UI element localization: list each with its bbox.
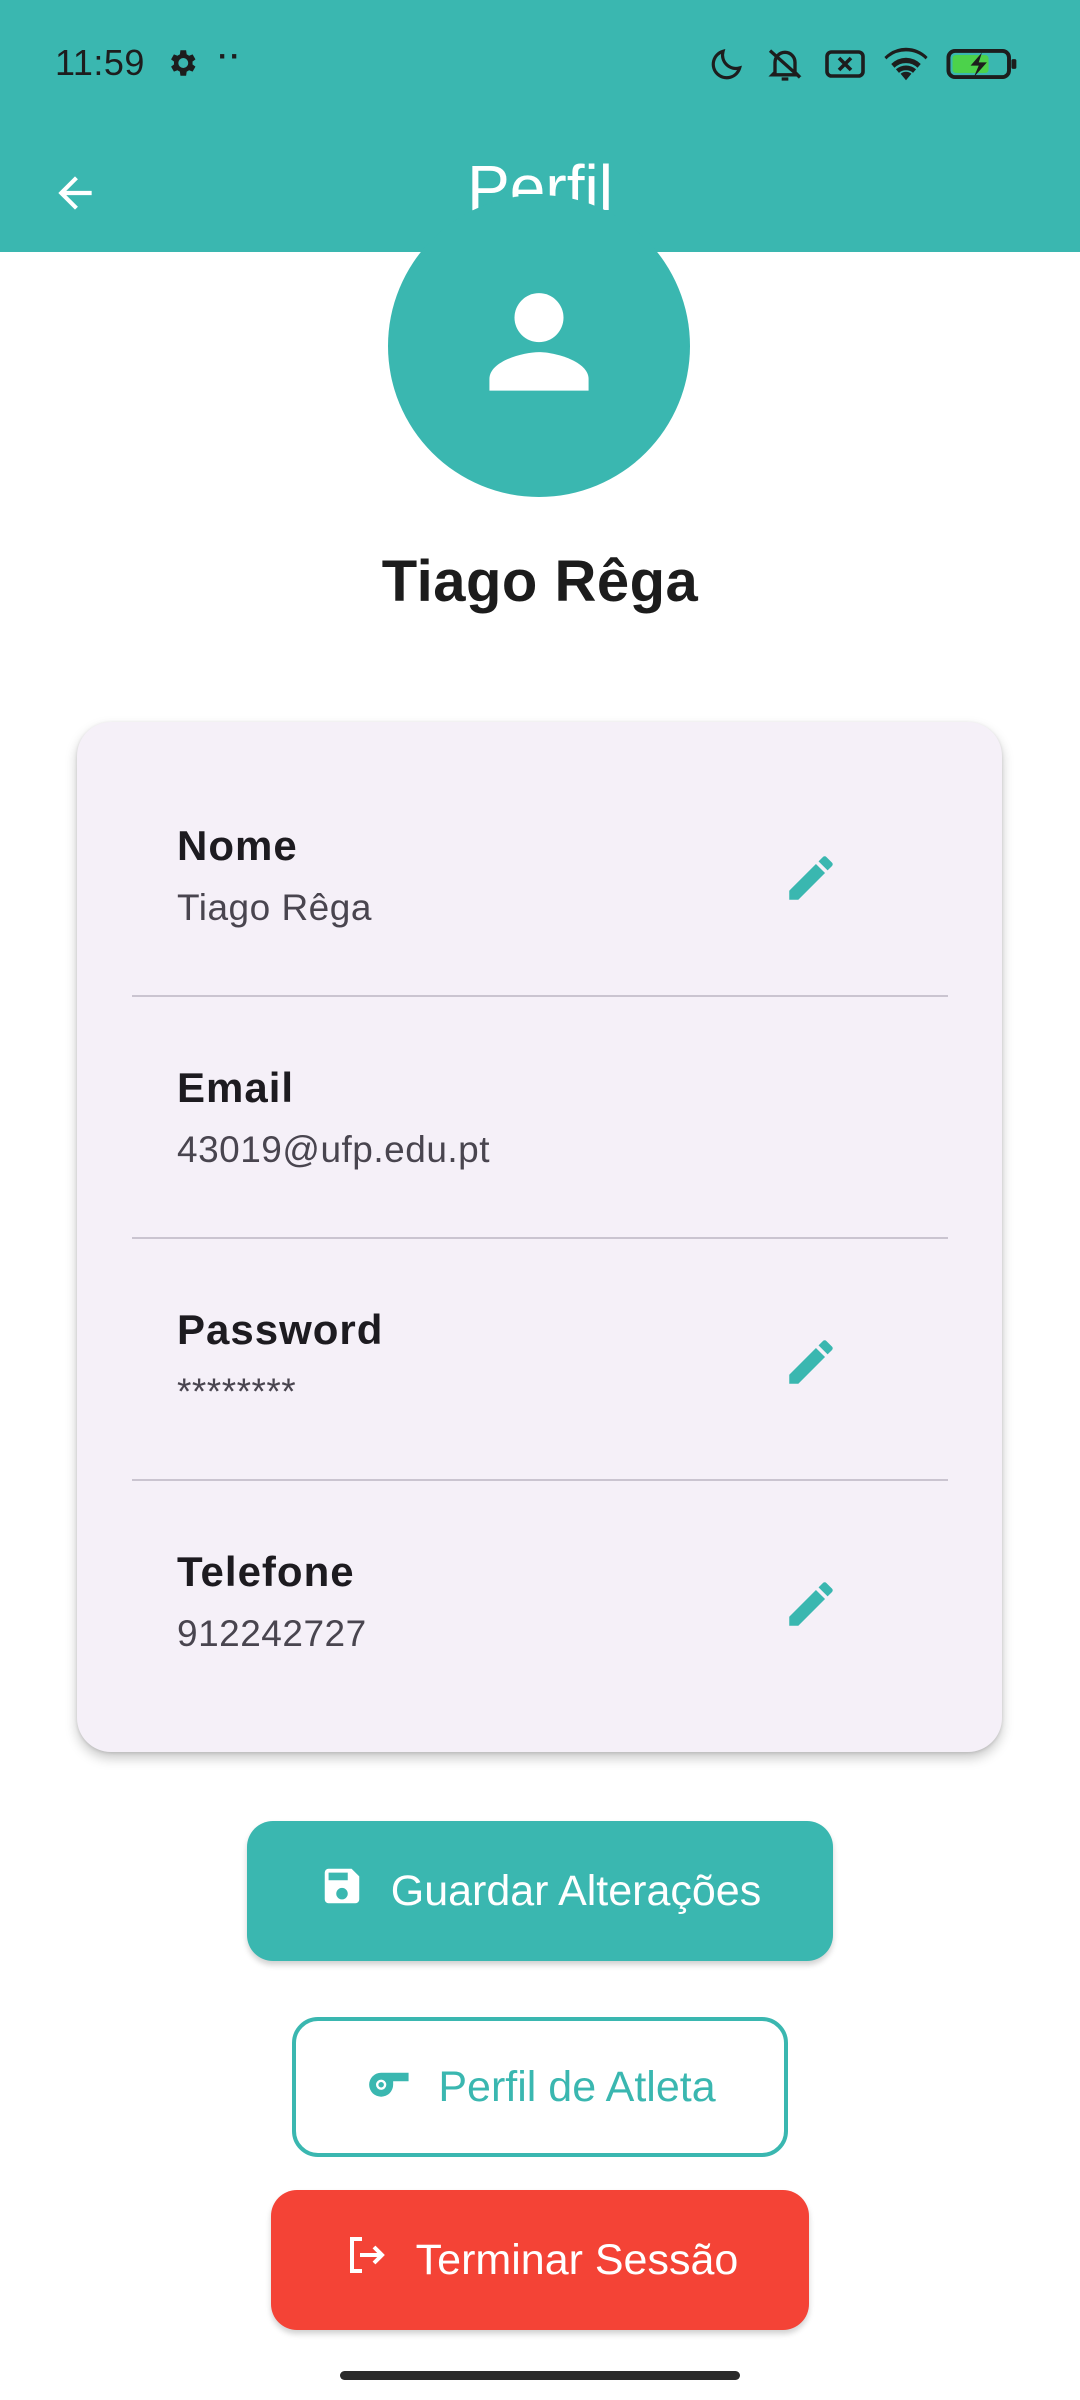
status-bar: 11:59 ··	[0, 0, 1080, 132]
logout-button[interactable]: Terminar Sessão	[271, 2190, 809, 2330]
pencil-icon	[782, 849, 840, 912]
logout-label: Terminar Sessão	[415, 2235, 739, 2284]
field-value: 43019@ufp.edu.pt	[177, 1129, 491, 1170]
save-icon	[319, 1863, 365, 1920]
profile-name: Tiago Rêga	[381, 549, 699, 614]
field-email: Email 43019@ufp.edu.pt	[77, 964, 1002, 1204]
athlete-profile-button[interactable]: Perfil de Atleta	[292, 2017, 788, 2157]
person-icon	[489, 293, 589, 391]
pencil-icon	[782, 1575, 840, 1638]
silent-icon	[764, 44, 806, 89]
edit-nome-button[interactable]	[777, 846, 845, 914]
edit-telefone-button[interactable]	[777, 1572, 845, 1640]
arrow-back-icon	[50, 168, 100, 223]
whistle-icon	[364, 2063, 412, 2112]
battery-charging-icon	[946, 47, 1018, 86]
pencil-icon	[782, 1333, 840, 1396]
field-label: Nome	[177, 822, 298, 869]
save-changes-label: Guardar Alterações	[390, 1866, 762, 1915]
status-more-dots: ··	[218, 40, 242, 73]
home-indicator[interactable]	[340, 2371, 740, 2380]
gear-icon	[165, 46, 199, 85]
avatar	[388, 195, 690, 497]
status-time: 11:59	[55, 42, 145, 83]
field-label: Email	[177, 1064, 295, 1111]
field-value: Tiago Rêga	[177, 887, 372, 928]
no-sim-icon	[824, 47, 866, 86]
moon-icon	[708, 45, 746, 88]
save-changes-button[interactable]: Guardar Alterações	[247, 1821, 833, 1961]
athlete-profile-label: Perfil de Atleta	[438, 2062, 716, 2111]
field-password: Password ********	[77, 1206, 1002, 1446]
field-label: Telefone	[177, 1548, 355, 1595]
field-value: ********	[177, 1371, 297, 1412]
field-nome: Nome Tiago Rêga	[77, 722, 1002, 962]
wifi-icon	[884, 46, 928, 87]
field-value: 912242727	[177, 1613, 367, 1654]
status-icons	[708, 44, 1018, 89]
profile-info-card: Nome Tiago Rêga Email 43019@ufp.edu.pt P…	[77, 722, 1002, 1752]
field-label: Password	[177, 1306, 384, 1353]
logout-icon	[342, 2231, 390, 2290]
field-telefone: Telefone 912242727	[77, 1448, 1002, 1688]
back-button[interactable]	[40, 160, 110, 230]
edit-password-button[interactable]	[777, 1330, 845, 1398]
